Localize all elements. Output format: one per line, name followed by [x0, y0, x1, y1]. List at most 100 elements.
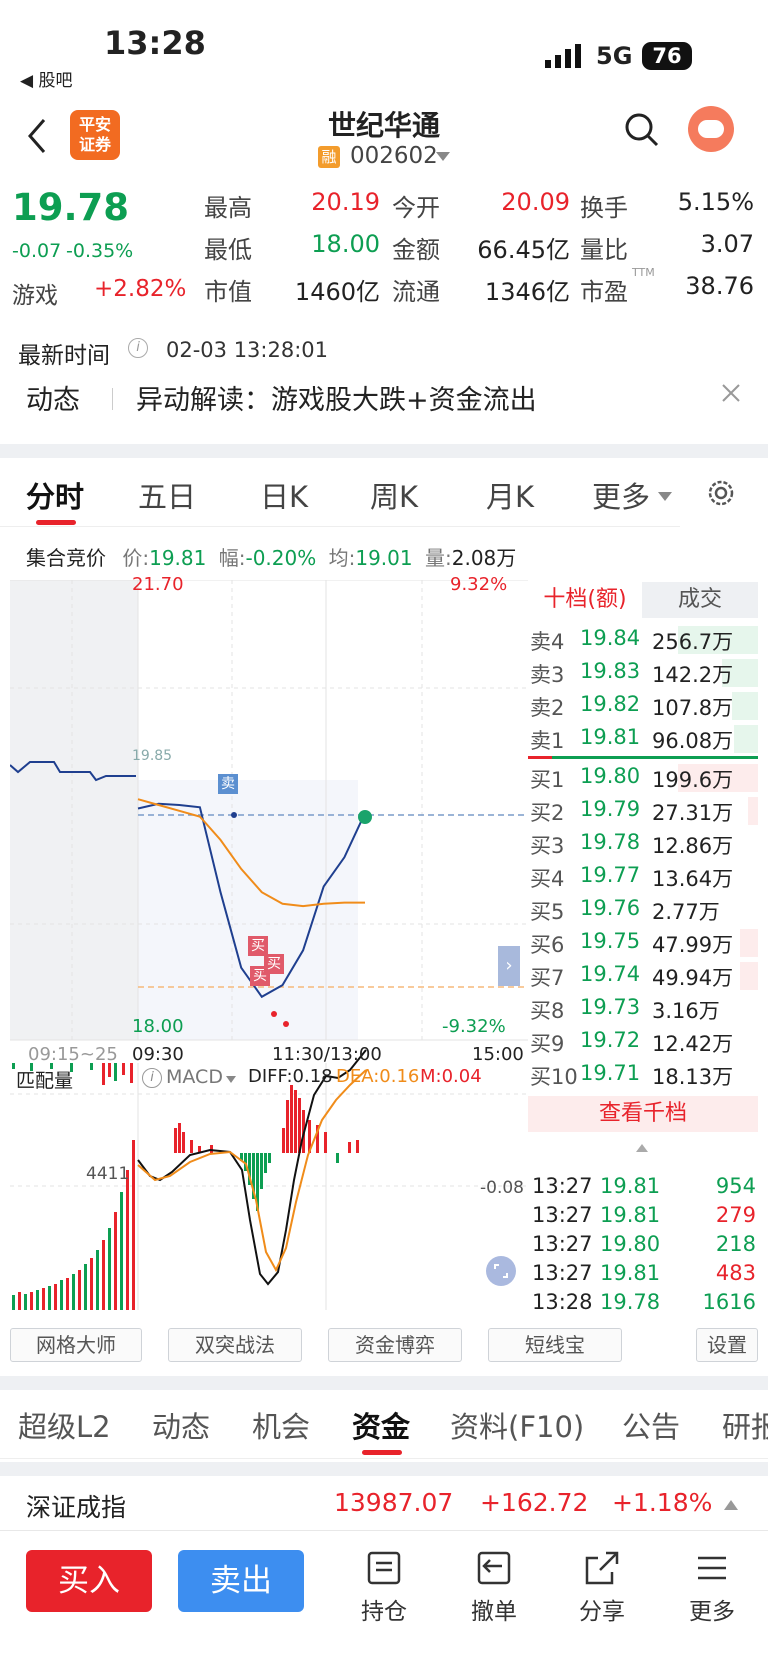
spread-divider: [528, 756, 758, 759]
tab-intraday[interactable]: 分时: [26, 474, 84, 516]
more-button[interactable]: 更多: [672, 1550, 752, 1626]
ask-row[interactable]: 卖1 19.81 96.08万: [528, 723, 758, 756]
time-close: 15:00: [472, 1044, 524, 1065]
index-strip[interactable]: 深证成指 13987.07 +162.72 +1.18%: [0, 1476, 768, 1530]
signal-icon: [545, 44, 583, 72]
chevron-down-icon[interactable]: [658, 492, 672, 501]
tab-research[interactable]: 研报: [722, 1404, 768, 1444]
sector-change[interactable]: +2.82%: [94, 276, 186, 302]
sector-name[interactable]: 游戏: [12, 276, 58, 310]
view-thousand-levels-button[interactable]: 查看千档: [528, 1096, 758, 1132]
price-change-pct: -0.35%: [66, 240, 134, 262]
chevron-right-icon[interactable]: ›: [498, 946, 520, 986]
bid-row[interactable]: 买9 19.72 12.42万: [528, 1026, 758, 1059]
tool-double-break[interactable]: 双突战法: [168, 1328, 302, 1362]
bid-row[interactable]: 买4 19.77 13.64万: [528, 861, 758, 894]
position-button[interactable]: 持仓: [344, 1550, 424, 1626]
avatar[interactable]: [688, 106, 734, 152]
section-gap: [0, 1462, 768, 1476]
tool-capital-game[interactable]: 资金博弈: [328, 1328, 462, 1362]
news-ticker[interactable]: 动态 异动解读：游戏股大跌+资金流出: [0, 374, 768, 424]
chart-low-pct: -9.32%: [442, 1016, 506, 1037]
intraday-chart[interactable]: 21.70 9.32% 19.85 18.00 -9.32% 09:15~25 …: [9, 574, 528, 1310]
share-icon: [562, 1550, 642, 1592]
ask-row[interactable]: 卖4 19.84 256.7万: [528, 624, 758, 657]
field-value: 5.15%: [677, 188, 754, 216]
tab-weekly-k[interactable]: 周K: [370, 474, 418, 516]
field-value: 66.45亿: [477, 236, 570, 264]
field-label: 金额: [392, 236, 440, 264]
bid-row[interactable]: 买7 19.74 49.94万: [528, 960, 758, 993]
sub-left-label[interactable]: 匹配量: [16, 1066, 73, 1093]
section-gap: [0, 1376, 768, 1390]
close-icon[interactable]: [720, 382, 742, 408]
menu-icon: [672, 1550, 752, 1592]
macd-diff: DIFF:0.18: [248, 1066, 333, 1087]
tool-grid-master[interactable]: 网格大师: [10, 1328, 142, 1362]
pe-ttm-sup: TTM: [632, 266, 655, 279]
indicator-select[interactable]: MACD: [166, 1066, 223, 1088]
back-to-app[interactable]: ◀ 股吧: [20, 66, 72, 91]
field-value: 1346亿: [484, 278, 570, 306]
volume-label: 4411: [86, 1164, 130, 1184]
tab-trades[interactable]: 成交: [642, 582, 758, 618]
bid-row[interactable]: 买3 19.78 12.86万: [528, 828, 758, 861]
tool-settings[interactable]: 设置: [696, 1328, 758, 1362]
bid-row[interactable]: 买5 19.76 2.77万: [528, 894, 758, 927]
price-change: -0.07: [12, 240, 62, 262]
settings-icon[interactable]: [706, 478, 736, 512]
stock-code: 002602: [350, 143, 438, 169]
index-change: +162.72: [480, 1488, 589, 1517]
field-label: 换手: [580, 194, 628, 222]
auction-info: 集合竞价 价:19.81 幅:-0.20% 均:19.01 量:2.08万: [26, 546, 517, 570]
buy-marker[interactable]: 买: [264, 954, 284, 974]
tab-f10[interactable]: 资料(F10): [450, 1404, 584, 1446]
chevron-down-icon[interactable]: [226, 1076, 236, 1083]
tool-short-line[interactable]: 短线宝: [488, 1328, 622, 1362]
bid-row[interactable]: 买1 19.80 199.6万: [528, 762, 758, 795]
ask-row[interactable]: 卖3 19.83 142.2万: [528, 657, 758, 690]
chevron-up-icon[interactable]: [724, 1500, 738, 1510]
expand-icon[interactable]: [486, 1256, 516, 1286]
stock-header: 平安 证券 世纪华通 融 002602: [0, 100, 768, 176]
update-label: 最新时间: [18, 343, 110, 369]
auction-vol: 2.08万: [451, 546, 517, 570]
auction-avg: 19.01: [355, 546, 413, 570]
sell-marker[interactable]: 卖: [218, 774, 238, 794]
sell-button[interactable]: 卖出: [178, 1550, 304, 1612]
intraday-chart-svg: [9, 579, 528, 1310]
bid-row[interactable]: 买2 19.79 27.31万: [528, 795, 758, 828]
tab-more[interactable]: 更多: [592, 474, 650, 516]
tab-monthly-k[interactable]: 月K: [486, 474, 534, 516]
chevron-up-icon[interactable]: [636, 1144, 648, 1152]
cancel-order-button[interactable]: 撤单: [454, 1550, 534, 1626]
field-label: 量比: [580, 236, 628, 264]
tab-announcement[interactable]: 公告: [622, 1404, 680, 1446]
ask-row[interactable]: 卖2 19.82 107.8万: [528, 690, 758, 723]
info-icon[interactable]: i: [128, 338, 148, 358]
index-name: 深证成指: [26, 1493, 127, 1522]
tab-daily-k[interactable]: 日K: [260, 474, 308, 516]
time-auction: 09:15~25: [28, 1044, 118, 1065]
search-icon[interactable]: [624, 112, 660, 152]
tab-opportunity[interactable]: 机会: [252, 1404, 310, 1446]
share-button[interactable]: 分享: [562, 1550, 642, 1626]
divider: [0, 526, 680, 527]
bid-row[interactable]: 买10 19.71 18.13万: [528, 1059, 758, 1092]
tab-super-l2[interactable]: 超级L2: [18, 1404, 111, 1446]
bid-row[interactable]: 买8 19.73 3.16万: [528, 993, 758, 1026]
tab-capital[interactable]: 资金: [352, 1404, 410, 1446]
index-value: 13987.07: [334, 1488, 454, 1517]
macd-scale-label: -0.08: [480, 1178, 524, 1198]
tab-ten-level[interactable]: 十档(额): [528, 582, 642, 618]
info-icon[interactable]: i: [142, 1068, 162, 1088]
tab-news[interactable]: 动态: [152, 1404, 210, 1446]
bid-row[interactable]: 买6 19.75 47.99万: [528, 927, 758, 960]
field-label: 市值: [204, 278, 252, 306]
buy-marker[interactable]: 买: [248, 936, 268, 956]
field-value: 38.76: [685, 272, 754, 300]
field-value: 1460亿: [294, 278, 380, 306]
buy-button[interactable]: 买入: [26, 1550, 152, 1612]
chevron-down-icon[interactable]: [436, 152, 450, 161]
tab-five-day[interactable]: 五日: [138, 474, 196, 516]
